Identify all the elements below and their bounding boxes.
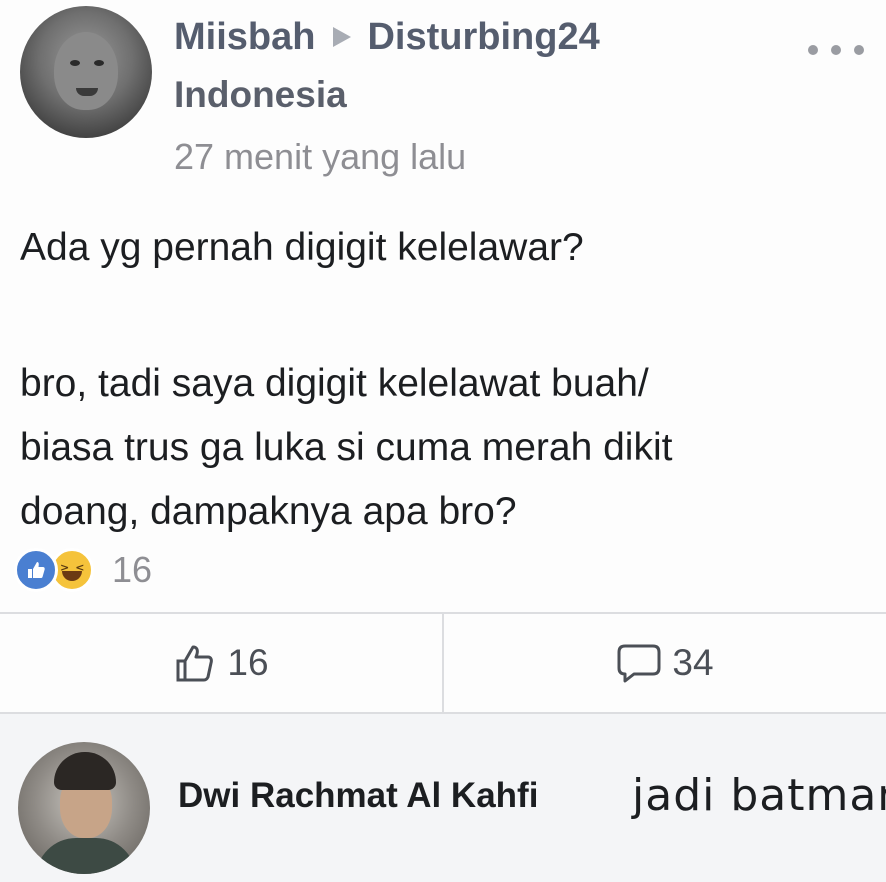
like-reaction-icon — [14, 548, 58, 592]
post-body: Ada yg pernah digigit kelelawar? bro, ta… — [20, 216, 860, 544]
comment-bubble-icon — [617, 644, 661, 683]
reactions-summary[interactable]: >< 16 — [14, 540, 152, 600]
post-text-line: biasa trus ga luka si cuma merah dikit — [20, 426, 673, 469]
post-text-line: doang, dampaknya apa bro? — [20, 490, 517, 533]
post-author-line: Miisbah Disturbing24 — [174, 12, 600, 62]
post-timestamp[interactable]: 27 menit yang lalu — [174, 136, 466, 178]
commenter-avatar[interactable] — [18, 742, 150, 874]
arrow-right-icon — [333, 27, 352, 47]
action-bar: 16 34 — [0, 614, 886, 712]
post-text-line: Ada yg pernah digigit kelelawar? — [20, 226, 584, 269]
avatar-face — [54, 32, 118, 110]
more-icon — [854, 45, 864, 55]
avatar-eye — [94, 60, 104, 66]
thumbs-up-icon — [176, 645, 214, 682]
avatar-hair — [54, 752, 116, 790]
comment-count: 34 — [672, 642, 714, 683]
author-avatar[interactable] — [20, 6, 152, 138]
avatar-shirt — [36, 838, 136, 874]
haha-mouth — [62, 571, 82, 581]
author-name-link[interactable]: Miisbah — [174, 16, 315, 59]
more-icon — [831, 45, 841, 55]
like-count: 16 — [227, 642, 269, 683]
comment-text: jadi batman — [632, 770, 886, 821]
more-options-button[interactable] — [808, 38, 864, 62]
comment-author-link[interactable]: Dwi Rachmat Al Kahfi — [178, 776, 538, 816]
post-location[interactable]: Indonesia — [174, 74, 347, 116]
reaction-count: 16 — [112, 549, 153, 590]
post-text-line: bro, tadi saya digigit kelelawat buah/ — [20, 362, 649, 405]
target-page-link[interactable]: Disturbing24 — [367, 16, 599, 59]
comment-item: Dwi Rachmat Al Kahfi jadi batman — [0, 714, 886, 882]
comment-button[interactable]: 34 — [444, 614, 886, 712]
more-icon — [808, 45, 818, 55]
facebook-post-screenshot: Miisbah Disturbing24 Indonesia 27 menit … — [0, 0, 886, 882]
avatar-eye — [70, 60, 80, 66]
like-button[interactable]: 16 — [0, 614, 442, 712]
